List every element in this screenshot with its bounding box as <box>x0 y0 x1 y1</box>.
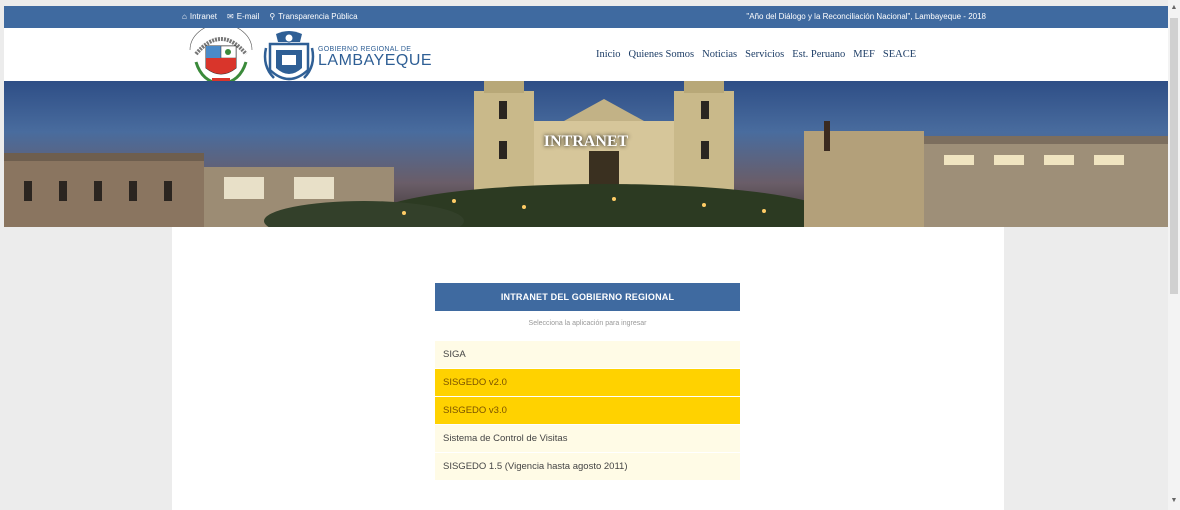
hero-banner: INTRANET <box>4 81 1168 227</box>
top-utility-bar: ⌂ Intranet ✉ E-mail ⚲ Transparencia Públ… <box>4 6 1168 28</box>
nav-mef[interactable]: MEF <box>849 49 879 60</box>
brand-title: LAMBAYEQUE <box>318 52 433 69</box>
transparency-link-label: Transparencia Pública <box>278 12 358 21</box>
transparency-link[interactable]: ⚲ Transparencia Pública <box>269 12 357 21</box>
intranet-heading: INTRANET DEL GOBIERNO REGIONAL <box>435 283 740 311</box>
nav-seace[interactable]: SEACE <box>879 49 920 60</box>
app-sisgedo-v3[interactable]: SISGEDO v3.0 <box>435 397 740 424</box>
hero-title: INTRANET <box>543 133 629 150</box>
scroll-down-arrow-icon[interactable]: ▼ <box>1170 497 1178 504</box>
nav-noticias[interactable]: Noticias <box>698 49 741 60</box>
lambayeque-coat-of-arms-logo[interactable] <box>260 30 318 88</box>
search-icon: ⚲ <box>269 12 276 21</box>
scroll-thumb[interactable] <box>1170 18 1178 294</box>
site-brand[interactable]: GOBIERNO REGIONAL DE LAMBAYEQUE <box>318 46 432 69</box>
nav-inicio[interactable]: Inicio <box>592 49 625 60</box>
intranet-subtitle: Selecciona la aplicación para ingresar <box>528 320 647 327</box>
page-scrollbar[interactable]: ▲ ▼ <box>1168 0 1180 510</box>
nav-servicios[interactable]: Servicios <box>741 49 788 60</box>
email-link-label: E-mail <box>236 12 260 21</box>
envelope-icon: ✉ <box>226 12 234 21</box>
home-icon: ⌂ <box>182 12 187 21</box>
app-control-visitas[interactable]: Sistema de Control de Visitas <box>435 425 740 452</box>
app-sisgedo-v2[interactable]: SISGEDO v2.0 <box>435 369 740 396</box>
intranet-link-label: Intranet <box>189 12 217 21</box>
intranet-link[interactable]: ⌂ Intranet <box>182 12 217 21</box>
cathedral-night-photo <box>4 81 1168 227</box>
app-sisgedo-1-5[interactable]: SISGEDO 1.5 (Vigencia hasta agosto 2011) <box>435 453 740 480</box>
app-siga[interactable]: SIGA <box>435 341 740 368</box>
main-nav: Inicio Quienes Somos Noticias Servicios … <box>592 49 920 60</box>
nav-estado-peruano[interactable]: Est. Peruano <box>788 49 849 60</box>
year-motto: "Año del Diálogo y la Reconciliación Nac… <box>746 12 986 21</box>
site-header: GOBIERNO REGIONAL DE LAMBAYEQUE Inicio Q… <box>4 28 1168 86</box>
app-list: SIGA SISGEDO v2.0 SISGEDO v3.0 Sistema d… <box>435 341 740 481</box>
email-link[interactable]: ✉ E-mail <box>227 12 259 21</box>
nav-quienes-somos[interactable]: Quienes Somos <box>625 49 699 60</box>
scroll-up-arrow-icon[interactable]: ▲ <box>1170 4 1178 11</box>
utility-links: ⌂ Intranet ✉ E-mail ⚲ Transparencia Públ… <box>182 12 358 21</box>
